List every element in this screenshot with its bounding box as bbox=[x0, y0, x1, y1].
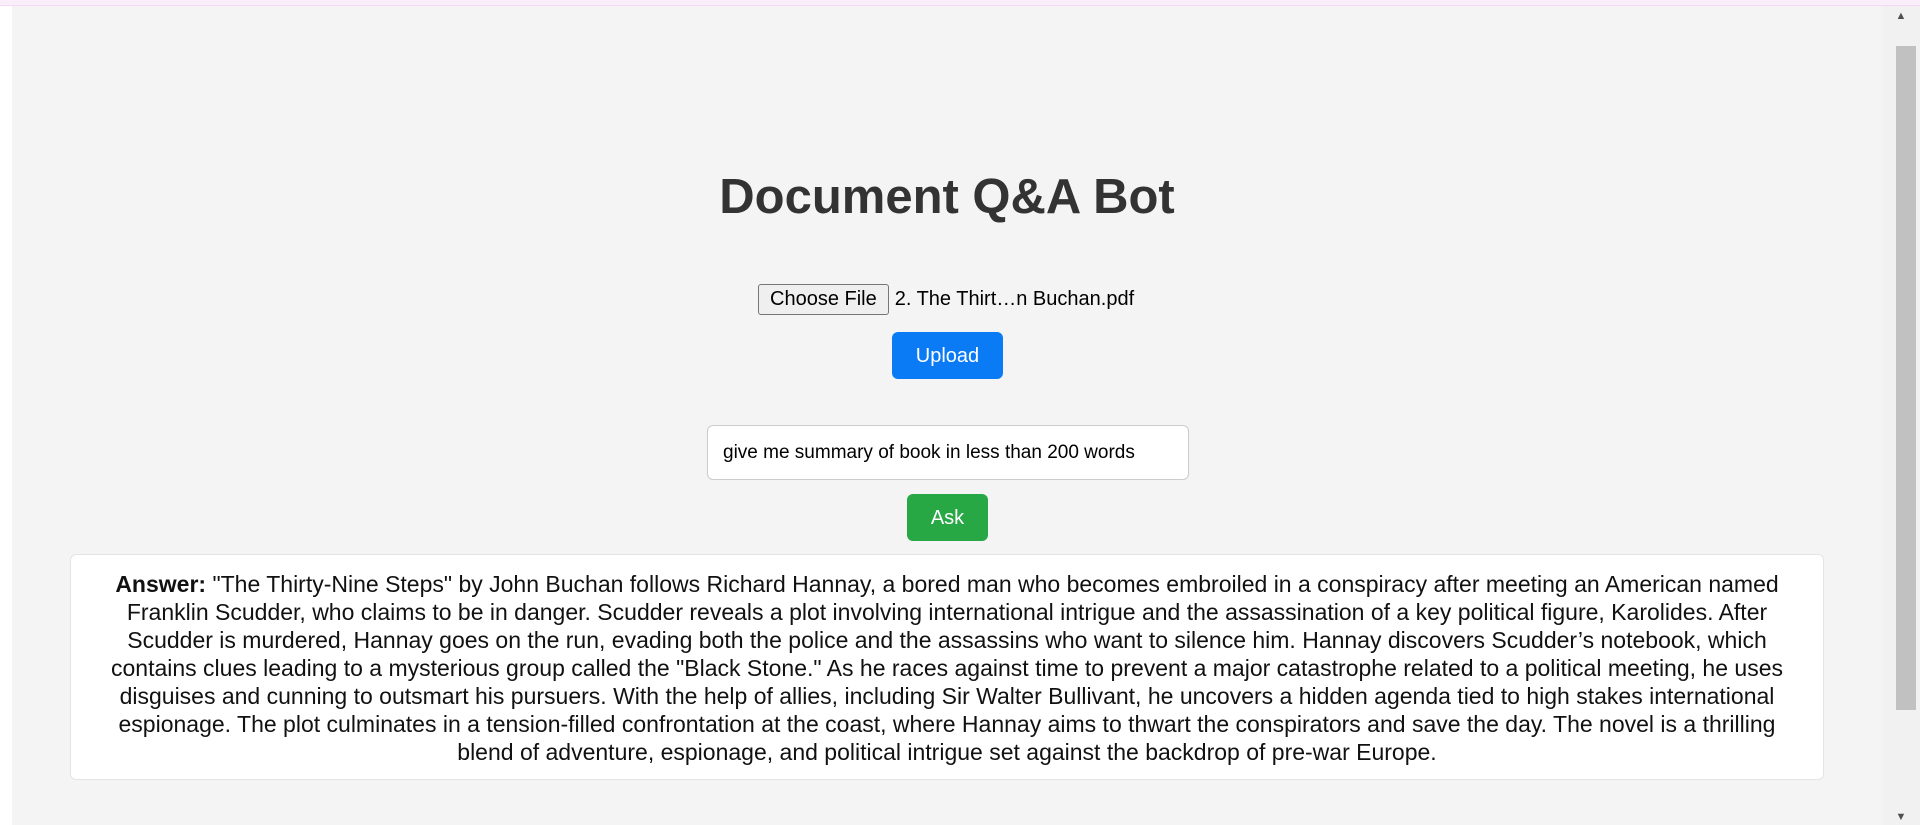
answer-label: Answer: bbox=[115, 571, 207, 597]
scroll-up-icon[interactable]: ▲ bbox=[1882, 10, 1920, 22]
choose-file-button[interactable]: Choose File bbox=[758, 284, 889, 315]
page-content: Document Q&A Bot Choose File 2. The Thir… bbox=[12, 6, 1882, 825]
answer-box: Answer: "The Thirty-Nine Steps" by John … bbox=[70, 554, 1824, 780]
scroll-thumb[interactable] bbox=[1896, 46, 1916, 710]
question-input[interactable]: give me summary of book in less than 200… bbox=[707, 425, 1189, 480]
upload-button[interactable]: Upload bbox=[892, 332, 1003, 379]
ask-button[interactable]: Ask bbox=[907, 494, 988, 541]
answer-text: "The Thirty-Nine Steps" by John Buchan f… bbox=[111, 571, 1783, 765]
scroll-down-icon[interactable]: ▼ bbox=[1882, 811, 1920, 823]
page-title: Document Q&A Bot bbox=[719, 170, 1175, 224]
selected-file-name: 2. The Thirt…n Buchan.pdf bbox=[894, 288, 1135, 310]
file-input[interactable]: Choose File 2. The Thirt…n Buchan.pdf bbox=[758, 284, 1134, 315]
vertical-scrollbar[interactable]: ▲ ▼ bbox=[1882, 6, 1920, 825]
